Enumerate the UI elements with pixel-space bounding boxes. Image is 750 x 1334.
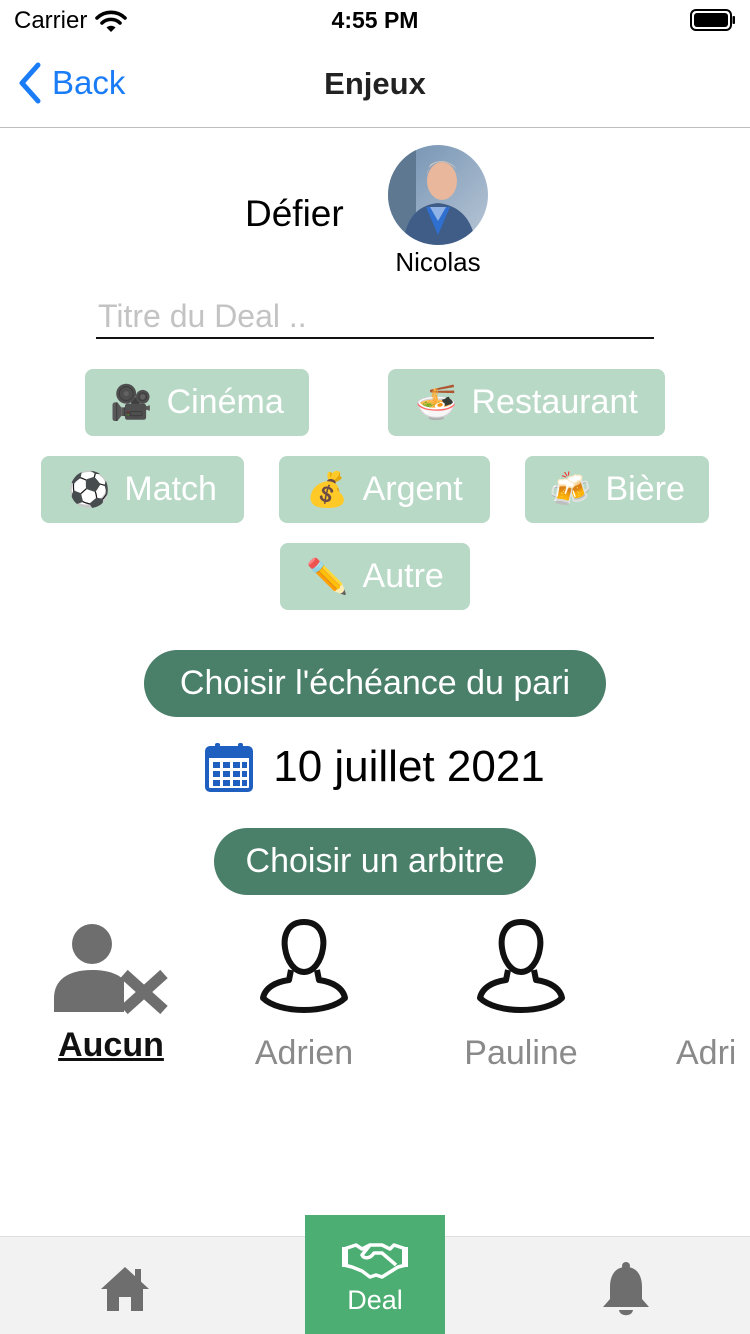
category-cinema-button[interactable]: 🎥 Cinéma <box>85 369 309 436</box>
calendar-icon <box>205 743 254 792</box>
arbiter-name: Adrien <box>254 1034 354 1072</box>
handshake-icon <box>342 1243 408 1279</box>
bell-icon[interactable] <box>598 1259 654 1319</box>
noodle-bowl-icon: 🍜 <box>415 382 458 423</box>
category-label: Bière <box>605 470 685 508</box>
money-bag-icon: 💰 <box>306 469 349 510</box>
deadline-date-text: 10 juillet 2021 <box>273 742 545 791</box>
user-outline-icon <box>260 918 348 1013</box>
arbiter-option-aucun[interactable]: Aucun <box>31 918 191 1065</box>
user-outline-icon <box>477 918 565 1013</box>
choose-arbiter-button[interactable]: Choisir un arbitre <box>214 828 536 895</box>
arbiter-option-pauline[interactable]: Pauline <box>441 918 601 1073</box>
opponent-name: Nicolas <box>395 247 481 277</box>
status-time: 4:55 PM <box>331 7 419 33</box>
challenge-label: Défier <box>245 193 344 234</box>
page-title: Enjeux <box>324 66 426 101</box>
arbiter-name: Aucun <box>58 1026 164 1064</box>
category-argent-button[interactable]: 💰 Argent <box>279 456 490 523</box>
category-autre-button[interactable]: ✏️ Autre <box>280 543 470 610</box>
navigation-bar: Back Enjeux <box>0 40 750 128</box>
category-label: Cinéma <box>166 383 284 421</box>
status-bar: Carrier 4:55 PM <box>0 0 750 40</box>
user-remove-icon <box>54 924 168 1014</box>
category-label: Restaurant <box>471 383 638 421</box>
arbiter-option-adri[interactable]: Adri <box>676 918 734 1078</box>
arbiter-name: Pauline <box>464 1034 578 1072</box>
avatar-photo <box>388 145 488 245</box>
arbiter-option-adrien[interactable]: Adrien <box>224 918 384 1073</box>
arbiter-name: Adri <box>676 1034 734 1072</box>
movie-camera-icon: 🎥 <box>110 382 153 423</box>
category-label: Autre <box>362 557 444 595</box>
category-label: Argent <box>362 470 463 508</box>
battery-icon <box>690 9 735 31</box>
tab-deal-label: Deal <box>347 1285 403 1315</box>
category-restaurant-button[interactable]: 🍜 Restaurant <box>388 369 665 436</box>
opponent-avatar[interactable] <box>388 145 488 245</box>
home-icon[interactable] <box>95 1259 155 1319</box>
pencil-icon: ✏️ <box>306 556 349 597</box>
deal-title-input[interactable] <box>96 296 654 339</box>
choose-deadline-button[interactable]: Choisir l'échéance du pari <box>144 650 606 717</box>
deadline-date[interactable]: 10 juillet 2021 <box>0 742 750 792</box>
category-match-button[interactable]: ⚽ Match <box>41 456 244 523</box>
category-biere-button[interactable]: 🍻 Bière <box>525 456 709 523</box>
soccer-ball-icon: ⚽ <box>68 469 111 510</box>
beer-mugs-icon: 🍻 <box>549 469 592 510</box>
category-label: Match <box>124 470 217 508</box>
tab-deal[interactable]: Deal <box>305 1215 445 1334</box>
